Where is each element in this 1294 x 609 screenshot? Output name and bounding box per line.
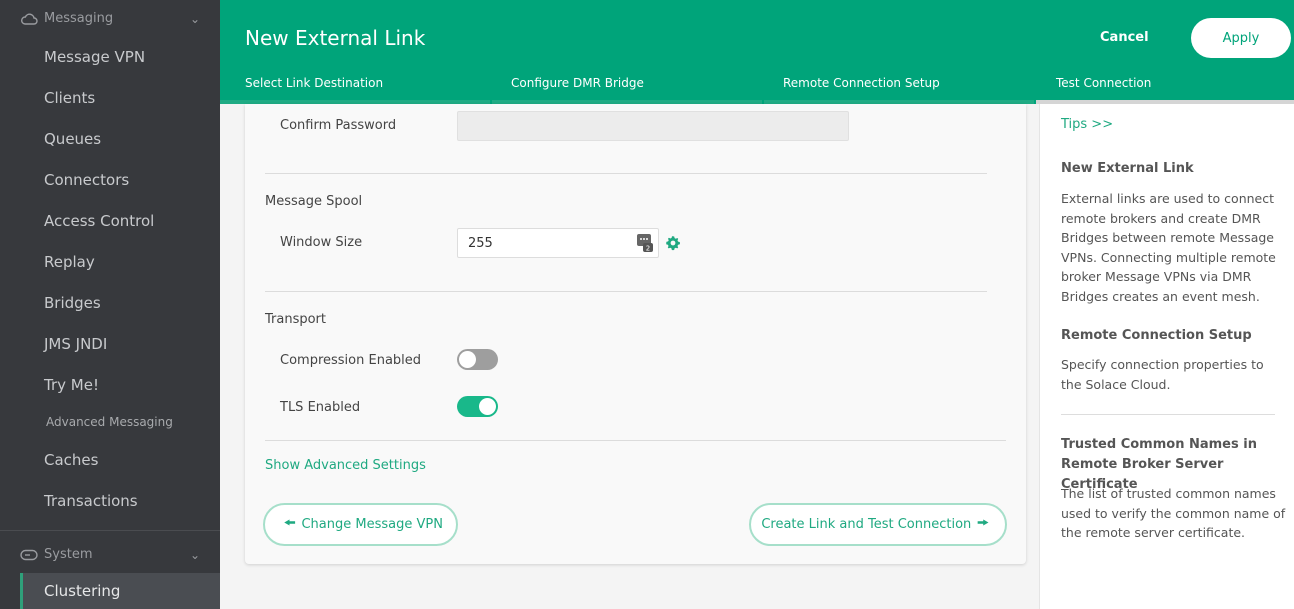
confirm-password-input[interactable] [457,111,849,141]
svg-text:2: 2 [646,245,650,253]
sidebar-item-queues[interactable]: Queues [44,130,101,148]
sidebar-item-access-control[interactable]: Access Control [44,212,154,230]
wizard-header: New External Link Cancel Apply Select Li… [220,0,1294,104]
sidebar-group-advanced-messaging: Advanced Messaging [46,415,173,429]
tips-paragraph: Specify connection properties to the Sol… [1061,357,1264,392]
sidebar-item-bridges[interactable]: Bridges [44,294,101,312]
chevron-down-icon[interactable]: ⌄ [190,12,200,26]
section-divider [265,173,987,174]
arrow-left-icon: 🠘 [284,515,296,531]
sidebar-item-jms-jndi[interactable]: JMS JNDI [44,335,107,353]
apply-button[interactable]: Apply [1191,18,1291,58]
sidebar-item-label: Clustering [44,582,121,600]
sidebar-divider [0,530,220,531]
section-divider [265,440,1006,441]
tips-paragraph: External links are used to connect remot… [1061,191,1276,304]
step-remote-connection-setup[interactable]: Remote Connection Setup [783,76,940,90]
window-size-input[interactable] [457,228,659,258]
show-advanced-settings-link[interactable]: Show Advanced Settings [265,458,426,473]
section-title-transport: Transport [265,312,327,327]
variable-badge-icon[interactable]: 2 [637,234,653,252]
sidebar-section-label: System [44,547,93,562]
tips-divider [1061,414,1275,415]
sidebar-item-clients[interactable]: Clients [44,89,95,107]
toggle-knob [459,351,476,368]
sidebar: Messaging ⌄ Message VPN Clients Queues C… [0,0,220,609]
step-select-link-destination[interactable]: Select Link Destination [245,76,383,90]
cloud-icon [21,13,38,25]
sidebar-item-clustering[interactable]: Clustering [20,573,220,609]
compression-enabled-label: Compression Enabled [280,353,422,368]
create-link-and-test-connection-button[interactable]: Create Link and Test Connection 🠚 [749,503,1007,546]
sidebar-item-message-vpn[interactable]: Message VPN [44,48,145,66]
page-title: New External Link [245,26,426,50]
compression-enabled-toggle[interactable] [457,349,498,370]
button-label: Create Link and Test Connection [761,517,972,532]
change-message-vpn-button[interactable]: 🠘 Change Message VPN [263,503,458,546]
chevron-down-icon[interactable]: ⌄ [190,548,200,562]
arrow-right-icon: 🠚 [977,515,989,531]
sidebar-item-connectors[interactable]: Connectors [44,171,129,189]
tips-panel: Tips >> New External Link External links… [1039,104,1294,609]
sidebar-item-transactions[interactable]: Transactions [44,492,138,510]
sidebar-section-system[interactable]: System [20,547,92,562]
gear-icon[interactable] [665,235,681,251]
tls-enabled-label: TLS Enabled [280,400,361,415]
tls-enabled-toggle[interactable] [457,396,498,417]
tips-paragraph: The list of trusted common names used to… [1061,486,1286,540]
form-card: Confirm Password Message Spool Window Si… [245,104,1026,564]
sidebar-section-messaging[interactable]: Messaging [20,11,113,26]
window-size-label: Window Size [280,235,363,250]
section-divider [265,291,987,292]
section-title-message-spool: Message Spool [265,194,363,209]
confirm-password-label: Confirm Password [280,118,397,133]
tips-heading: Remote Connection Setup [1061,328,1252,343]
cancel-button[interactable]: Cancel [1100,30,1149,45]
sidebar-item-replay[interactable]: Replay [44,253,95,271]
sidebar-item-caches[interactable]: Caches [44,451,98,469]
sidebar-section-label: Messaging [44,11,114,26]
step-configure-dmr-bridge[interactable]: Configure DMR Bridge [511,76,644,90]
tips-toggle-link[interactable]: Tips >> [1061,117,1113,132]
button-label: Change Message VPN [301,517,443,532]
step-test-connection[interactable]: Test Connection [1056,76,1151,90]
sidebar-item-try-me[interactable]: Try Me! [44,376,99,394]
toggle-knob [479,398,496,415]
server-icon [20,549,38,560]
tips-heading: New External Link [1061,161,1194,176]
